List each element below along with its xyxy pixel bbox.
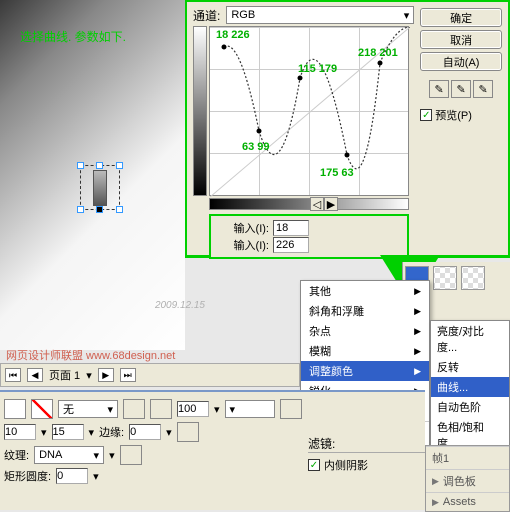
nav-next-icon[interactable]: ▶ xyxy=(98,368,114,382)
handle-tm[interactable] xyxy=(96,162,103,169)
side-accordion: 帧1 ▶调色板 ▶Assets xyxy=(425,445,510,512)
blend-select[interactable]: ▾ xyxy=(225,400,275,418)
preview-label: 预览(P) xyxy=(435,107,472,123)
val-input-1[interactable] xyxy=(4,424,36,440)
page-label: 页面 1 xyxy=(49,367,80,383)
watermark: 2009.12.15 xyxy=(155,300,205,311)
texture-select[interactable]: DNA▾ xyxy=(34,446,104,464)
nav-last-icon[interactable]: ⏭ xyxy=(120,368,136,382)
properties-toolbar: 无▾ ▾ ▾ ▾ ▾ 边缘: ▾ 纹理: DNA▾ ▾ 矩形圆度: ▾ xyxy=(0,390,425,510)
submenu-item-0[interactable]: 亮度/对比度... xyxy=(431,321,509,357)
point-label-1: 18 226 xyxy=(216,29,250,41)
menu-item-2[interactable]: 杂点▶ xyxy=(301,321,429,341)
edge-label: 边缘: xyxy=(99,424,124,440)
menu-item-0[interactable]: 其他▶ xyxy=(301,281,429,301)
edge-input[interactable] xyxy=(129,424,161,440)
output-field[interactable] xyxy=(273,237,309,253)
inner-shadow-row: ✓ 内侧阴影 xyxy=(308,452,433,473)
rect-round-label: 矩形圆度: xyxy=(4,468,51,484)
filter-label: 滤镜: xyxy=(308,435,335,452)
gradient-vertical xyxy=(193,26,207,196)
input-label: 输入(I): xyxy=(214,220,269,236)
tool-btn-2[interactable] xyxy=(150,399,172,419)
assets-panel-row[interactable]: ▶Assets xyxy=(426,492,509,511)
layer-thumb-3[interactable] xyxy=(461,266,485,290)
submenu-item-2[interactable]: 曲线... xyxy=(431,377,509,397)
auto-button[interactable]: 自动(A) xyxy=(420,52,502,71)
color-panel-row[interactable]: ▶调色板 xyxy=(426,469,509,492)
point-label-2: 115 179 xyxy=(298,63,337,75)
canvas: 选择曲线. 参数如下. 2009.12.15 xyxy=(0,0,185,350)
input-field[interactable] xyxy=(273,220,309,236)
inner-shadow-checkbox[interactable]: ✓ xyxy=(308,459,320,471)
handle-bl[interactable] xyxy=(77,206,84,213)
io-panel: 输入(I): 输入(I): xyxy=(209,214,409,259)
channel-label: 通道: xyxy=(193,7,220,24)
texture-btn[interactable] xyxy=(120,445,142,465)
tri-right-icon[interactable]: ▶ xyxy=(324,197,338,211)
output-label: 输入(I): xyxy=(214,237,269,253)
handle-tl[interactable] xyxy=(77,162,84,169)
footer-credit: 网页设计师联盟 www.68design.net xyxy=(6,347,175,363)
nav-prev-icon[interactable]: ◀ xyxy=(27,368,43,382)
submenu-item-1[interactable]: 反转 xyxy=(431,357,509,377)
eyedropper-white-icon[interactable]: ✎ xyxy=(473,80,493,98)
menu-item-4[interactable]: 调整颜色▶ xyxy=(301,361,429,381)
selection-marquee[interactable] xyxy=(80,165,120,210)
layer-thumb-2[interactable] xyxy=(433,266,457,290)
rect-round-input[interactable] xyxy=(56,468,88,484)
menu-item-3[interactable]: 模糊▶ xyxy=(301,341,429,361)
curves-grid[interactable]: 18 226 115 179 218 201 63 99 175 63 xyxy=(209,26,409,196)
cancel-button[interactable]: 取消 xyxy=(420,30,502,49)
preview-checkbox[interactable]: ✓ xyxy=(420,109,432,121)
edge-btn[interactable] xyxy=(177,422,199,442)
point-label-4: 63 99 xyxy=(242,141,270,153)
handle-tr[interactable] xyxy=(116,162,123,169)
channel-select[interactable]: RGB▾ xyxy=(226,6,414,24)
menu-item-1[interactable]: 斜角和浮雕▶ xyxy=(301,301,429,321)
stroke-swatch[interactable] xyxy=(31,399,53,419)
frame-row[interactable]: 帧1 xyxy=(426,446,509,469)
selected-object[interactable] xyxy=(93,170,107,206)
point-label-3: 218 201 xyxy=(358,47,398,59)
inner-shadow-label: 内侧阴影 xyxy=(324,457,368,473)
tool-btn-3[interactable] xyxy=(280,399,302,419)
page-nav-bar: ⏮ ◀ 页面 1▾ ▶ ⏭ xyxy=(0,363,300,387)
point-label-5: 175 63 xyxy=(320,167,354,179)
curves-dialog: 通道: RGB▾ 18 226 115 179 xyxy=(185,0,510,258)
eyedropper-black-icon[interactable]: ✎ xyxy=(429,80,449,98)
handle-bm[interactable] xyxy=(96,206,103,213)
fill-swatch[interactable] xyxy=(4,399,26,419)
opacity-input[interactable] xyxy=(177,401,209,417)
val-input-2[interactable] xyxy=(52,424,84,440)
texture-label: 纹理: xyxy=(4,447,29,463)
gradient-horizontal: ◁ ▶ xyxy=(209,198,409,210)
tri-left-icon[interactable]: ◁ xyxy=(310,197,324,211)
submenu-item-3[interactable]: 自动色阶 xyxy=(431,397,509,417)
eyedropper-gray-icon[interactable]: ✎ xyxy=(451,80,471,98)
nav-first-icon[interactable]: ⏮ xyxy=(5,368,21,382)
tool-btn-1[interactable] xyxy=(123,399,145,419)
handle-br[interactable] xyxy=(116,206,123,213)
chevron-down-icon: ▾ xyxy=(404,9,410,22)
instruction-text: 选择曲线. 参数如下. xyxy=(20,28,126,45)
stroke-style-select[interactable]: 无▾ xyxy=(58,400,118,418)
ok-button[interactable]: 确定 xyxy=(420,8,502,27)
